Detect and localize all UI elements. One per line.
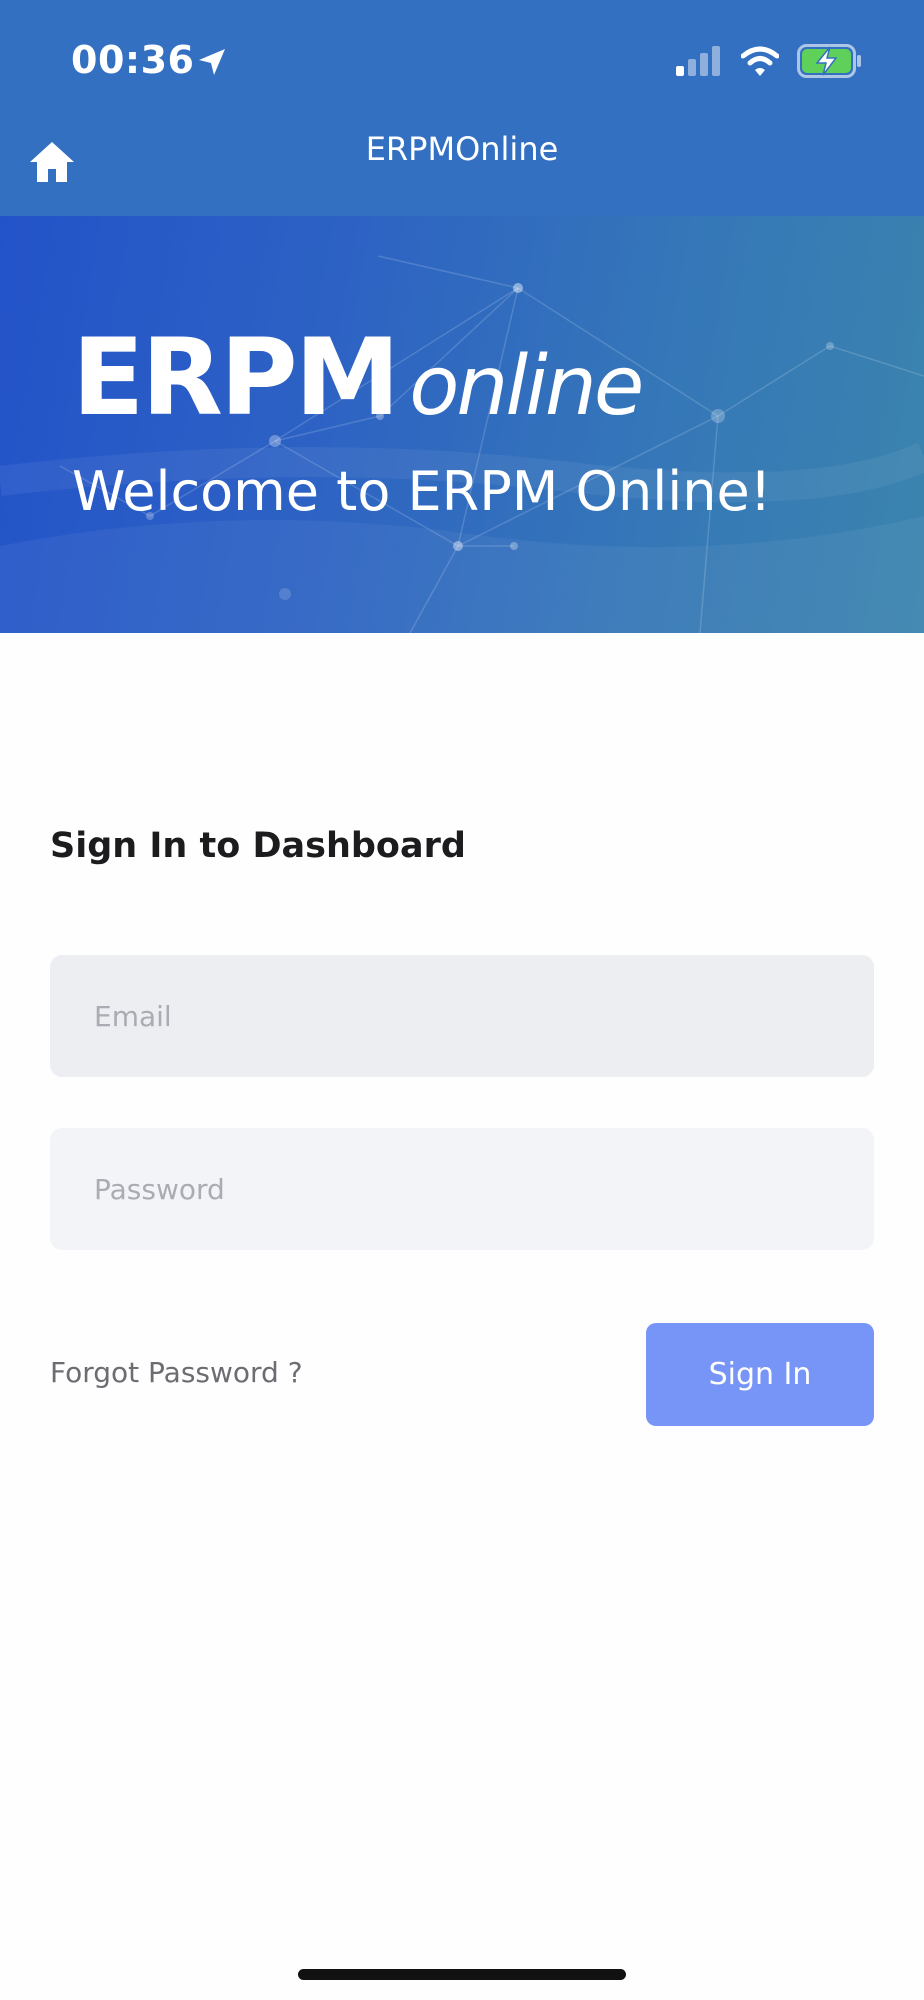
sign-in-button[interactable]: Sign In xyxy=(646,1323,874,1426)
hero-banner: ERPM online xyxy=(0,216,924,633)
location-arrow-icon xyxy=(199,49,225,75)
wifi-icon xyxy=(741,46,779,76)
form-heading: Sign In to Dashboard xyxy=(50,826,466,866)
top-bar: 00:36 ERPMOnline xyxy=(0,0,924,216)
logo-erpm-text: ERPM xyxy=(72,316,400,439)
email-field[interactable] xyxy=(50,955,874,1077)
nav-title: ERPMOnline xyxy=(365,130,559,168)
cellular-signal-icon xyxy=(676,46,720,76)
erpm-online-logo: ERPM online xyxy=(72,316,644,439)
app-screen: 00:36 ERPMOnline ERPM online Welcome to … xyxy=(0,0,924,2000)
welcome-text: Welcome to ERPM Online! xyxy=(72,460,772,523)
logo-online-text: online xyxy=(409,339,644,434)
password-field[interactable] xyxy=(50,1128,874,1250)
forgot-password-link[interactable]: Forgot Password ? xyxy=(50,1356,303,1389)
status-time: 00:36 xyxy=(71,38,195,82)
battery-charging-icon xyxy=(797,44,861,78)
home-indicator[interactable] xyxy=(298,1969,626,1980)
